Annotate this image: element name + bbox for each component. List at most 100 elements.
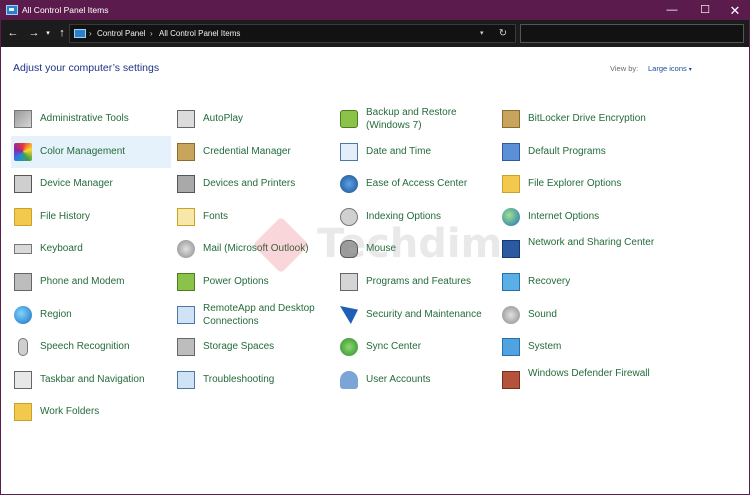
item-label[interactable]: Mouse xyxy=(366,242,396,255)
control-panel-item-storage-spaces[interactable]: Storage Spaces xyxy=(174,331,334,363)
close-button[interactable]: ✕ xyxy=(719,1,749,20)
breadcrumb-separator[interactable]: › xyxy=(150,27,153,40)
control-panel-item-speech-recognition[interactable]: Speech Recognition xyxy=(11,331,171,363)
control-panel-item-troubleshooting[interactable]: Troubleshooting xyxy=(174,364,334,396)
control-panel-item-administrative-tools[interactable]: Administrative Tools xyxy=(11,103,171,135)
back-arrow-icon[interactable]: ← xyxy=(6,25,20,42)
control-panel-item-device-manager[interactable]: Device Manager xyxy=(11,168,171,200)
breadcrumb-control-panel[interactable]: Control Panel xyxy=(97,28,145,40)
control-panel-item-date-and-time[interactable]: Date and Time xyxy=(337,136,497,168)
minimize-button[interactable]: — xyxy=(656,1,688,20)
item-label[interactable]: Date and Time xyxy=(366,145,431,158)
item-label[interactable]: User Accounts xyxy=(366,373,430,386)
item-label[interactable]: Windows Defender Firewall xyxy=(528,367,656,380)
control-panel-item-system[interactable]: System xyxy=(499,331,659,363)
control-panel-item-windows-defender-firewall[interactable]: Windows Defender Firewall xyxy=(499,364,659,396)
control-panel-item-fonts[interactable]: Fonts xyxy=(174,201,334,233)
control-panel-item-ease-of-access-center[interactable]: Ease of Access Center xyxy=(337,168,497,200)
control-panel-item-programs-and-features[interactable]: Programs and Features xyxy=(337,266,497,298)
item-label[interactable]: Taskbar and Navigation xyxy=(40,373,145,386)
item-label[interactable]: Credential Manager xyxy=(203,145,291,158)
refresh-icon[interactable]: ↻ xyxy=(496,26,510,41)
view-by-value[interactable]: Large icons xyxy=(648,64,687,73)
control-panel-item-default-programs[interactable]: Default Programs xyxy=(499,136,659,168)
control-panel-item-network-and-sharing-center[interactable]: Network and Sharing Center xyxy=(499,233,659,265)
chevron-down-icon[interactable]: ▾ xyxy=(689,67,692,73)
date-time-icon xyxy=(340,143,358,161)
control-panel-item-autoplay[interactable]: AutoPlay xyxy=(174,103,334,135)
control-panel-item-credential-manager[interactable]: Credential Manager xyxy=(174,136,334,168)
control-panel-item-remoteapp-and-desktop-connections[interactable]: RemoteApp and Desktop Connections xyxy=(174,299,334,331)
item-label[interactable]: Keyboard xyxy=(40,242,83,255)
item-label[interactable]: Storage Spaces xyxy=(203,340,274,353)
item-label[interactable]: Power Options xyxy=(203,275,269,288)
control-panel-item-color-management[interactable]: Color Management xyxy=(11,136,171,168)
item-label[interactable]: Fonts xyxy=(203,210,228,223)
control-panel-item-region[interactable]: Region xyxy=(11,299,171,331)
control-panel-item-sound[interactable]: Sound xyxy=(499,299,659,331)
control-panel-item-file-history[interactable]: File History xyxy=(11,201,171,233)
control-panel-item-recovery[interactable]: Recovery xyxy=(499,266,659,298)
default-programs-icon xyxy=(502,143,520,161)
item-label[interactable]: Devices and Printers xyxy=(203,177,295,190)
control-panel-item-indexing-options[interactable]: Indexing Options xyxy=(337,201,497,233)
item-label[interactable]: Region xyxy=(40,308,72,321)
control-panel-item-mouse[interactable]: Mouse xyxy=(337,233,497,265)
control-panel-item-mail-microsoft-outlook[interactable]: Mail (Microsoft Outlook) xyxy=(174,233,334,265)
item-label[interactable]: RemoteApp and Desktop Connections xyxy=(203,302,331,328)
address-dropdown-chevron-icon[interactable]: ▾ xyxy=(480,27,484,40)
control-panel-item-user-accounts[interactable]: User Accounts xyxy=(337,364,497,396)
item-label[interactable]: Color Management xyxy=(40,145,125,158)
control-panel-item-bitlocker-drive-encryption[interactable]: BitLocker Drive Encryption xyxy=(499,103,659,135)
item-label[interactable]: Work Folders xyxy=(40,405,99,418)
item-label[interactable]: Default Programs xyxy=(528,145,606,158)
view-by-label: View by: xyxy=(610,64,639,73)
item-label[interactable]: System xyxy=(528,340,561,353)
item-label[interactable]: Backup and Restore (Windows 7) xyxy=(366,106,494,132)
item-label[interactable]: Internet Options xyxy=(528,210,599,223)
item-label[interactable]: Phone and Modem xyxy=(40,275,125,288)
control-panel-item-power-options[interactable]: Power Options xyxy=(174,266,334,298)
item-label[interactable]: Security and Maintenance xyxy=(366,308,482,321)
item-label[interactable]: Administrative Tools xyxy=(40,112,129,125)
item-label[interactable]: Mail (Microsoft Outlook) xyxy=(203,242,309,255)
control-panel-item-sync-center[interactable]: Sync Center xyxy=(337,331,497,363)
item-label[interactable]: Sound xyxy=(528,308,557,321)
search-input[interactable] xyxy=(520,24,744,43)
item-label[interactable]: AutoPlay xyxy=(203,112,243,125)
file-explorer-options-icon xyxy=(502,175,520,193)
breadcrumb-all-items[interactable]: All Control Panel Items xyxy=(159,28,240,40)
item-label[interactable]: Troubleshooting xyxy=(203,373,274,386)
item-label[interactable]: Recovery xyxy=(528,275,570,288)
item-label[interactable]: Programs and Features xyxy=(366,275,471,288)
address-bar[interactable]: › Control Panel › All Control Panel Item… xyxy=(69,24,516,43)
up-arrow-icon[interactable]: ↑ xyxy=(56,25,68,42)
control-panel-item-taskbar-and-navigation[interactable]: Taskbar and Navigation xyxy=(11,364,171,396)
item-label[interactable]: File Explorer Options xyxy=(528,177,621,190)
item-label[interactable]: BitLocker Drive Encryption xyxy=(528,112,646,125)
control-panel-item-internet-options[interactable]: Internet Options xyxy=(499,201,659,233)
maximize-button[interactable]: ☐ xyxy=(689,1,721,20)
control-panel-item-devices-and-printers[interactable]: Devices and Printers xyxy=(174,168,334,200)
control-panel-item-backup-and-restore-windows-7[interactable]: Backup and Restore (Windows 7) xyxy=(337,103,497,135)
control-panel-item-work-folders[interactable]: Work Folders xyxy=(11,396,171,428)
programs-features-icon xyxy=(340,273,358,291)
forward-arrow-icon[interactable]: → xyxy=(27,25,41,42)
control-panel-item-file-explorer-options[interactable]: File Explorer Options xyxy=(499,168,659,200)
view-by-dropdown[interactable]: Large icons ▾ xyxy=(648,64,692,73)
recent-locations-chevron-icon[interactable]: ▾ xyxy=(44,25,52,42)
control-panel-item-keyboard[interactable]: Keyboard xyxy=(11,233,171,265)
item-label[interactable]: Device Manager xyxy=(40,177,113,190)
page-heading: Adjust your computer’s settings xyxy=(13,62,160,74)
item-label[interactable]: Network and Sharing Center xyxy=(528,236,656,249)
control-panel-item-security-and-maintenance[interactable]: Security and Maintenance xyxy=(337,299,497,331)
item-label[interactable]: Indexing Options xyxy=(366,210,441,223)
administrative-tools-icon xyxy=(14,110,32,128)
breadcrumb-separator[interactable]: › xyxy=(89,27,92,40)
item-label[interactable]: Sync Center xyxy=(366,340,421,353)
item-label[interactable]: Speech Recognition xyxy=(40,340,130,353)
item-label[interactable]: File History xyxy=(40,210,90,223)
control-panel-item-phone-and-modem[interactable]: Phone and Modem xyxy=(11,266,171,298)
window-title: All Control Panel Items xyxy=(22,5,109,15)
item-label[interactable]: Ease of Access Center xyxy=(366,177,467,190)
